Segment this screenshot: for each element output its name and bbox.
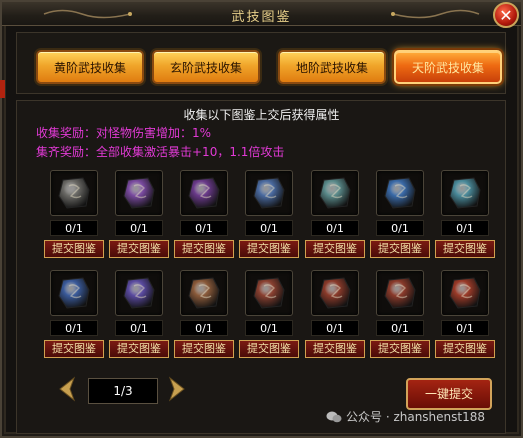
- item-slot[interactable]: [180, 170, 228, 216]
- submit-codex-button[interactable]: 提交图鉴: [435, 240, 495, 258]
- tab-1[interactable]: 黄阶武技收集: [36, 50, 144, 84]
- item-slot[interactable]: [311, 170, 359, 216]
- submit-codex-button[interactable]: 提交图鉴: [239, 340, 299, 358]
- collect-count: 0/1: [50, 320, 98, 336]
- violet-fire-gem-icon: [188, 177, 220, 209]
- collect-count: 0/1: [180, 220, 228, 236]
- title-ornament-icon: [391, 9, 480, 19]
- collect-count: 0/1: [245, 320, 293, 336]
- item-slot[interactable]: [245, 270, 293, 316]
- red-rune-icon: [319, 277, 351, 309]
- prev-page-arrow-icon[interactable]: [56, 376, 78, 402]
- item-slot[interactable]: [441, 170, 489, 216]
- page-indicator: 1/3: [88, 378, 158, 404]
- submit-codex-button[interactable]: 提交图鉴: [109, 240, 169, 258]
- collect-count: 0/1: [376, 220, 424, 236]
- close-button[interactable]: ✕: [493, 2, 519, 28]
- next-page-arrow-icon[interactable]: [166, 376, 188, 402]
- watermark-text: 公众号 · zhanshenst188: [346, 410, 486, 424]
- title-bar: 武技图鉴: [2, 2, 521, 26]
- collect-count: 0/1: [115, 220, 163, 236]
- submit-codex-button[interactable]: 提交图鉴: [109, 340, 169, 358]
- item-slot[interactable]: [311, 270, 359, 316]
- item-slot[interactable]: [180, 270, 228, 316]
- close-icon: ✕: [499, 5, 513, 25]
- item-slot[interactable]: [245, 170, 293, 216]
- submit-codex-button[interactable]: 提交图鉴: [174, 240, 234, 258]
- collect-count: 0/1: [245, 220, 293, 236]
- tab-2[interactable]: 玄阶武技收集: [152, 50, 260, 84]
- item-slot[interactable]: [376, 270, 424, 316]
- submit-codex-button[interactable]: 提交图鉴: [305, 240, 365, 258]
- submit-codex-button[interactable]: 提交图鉴: [370, 240, 430, 258]
- submit-codex-button[interactable]: 提交图鉴: [44, 340, 104, 358]
- collect-count: 0/1: [311, 220, 359, 236]
- item-slot[interactable]: [50, 270, 98, 316]
- collection-headline: 收集以下图鉴上交后获得属性: [183, 108, 340, 122]
- submit-all-button[interactable]: 一键提交: [406, 378, 492, 410]
- collect-count: 0/1: [311, 320, 359, 336]
- amber-crystal-icon: [188, 277, 220, 309]
- purple-crystal-icon: [123, 177, 155, 209]
- crimson-rune-icon: [384, 277, 416, 309]
- tab-3[interactable]: 地阶武技收集: [278, 50, 386, 84]
- teal-ore-icon: [319, 177, 351, 209]
- collect-count: 0/1: [441, 320, 489, 336]
- submit-codex-button[interactable]: 提交图鉴: [239, 240, 299, 258]
- submit-codex-button[interactable]: 提交图鉴: [370, 340, 430, 358]
- item-slot[interactable]: [115, 170, 163, 216]
- submit-codex-button[interactable]: 提交图鉴: [435, 340, 495, 358]
- submit-codex-button[interactable]: 提交图鉴: [174, 340, 234, 358]
- collect-count: 0/1: [115, 320, 163, 336]
- dark-rune-stone-icon: [58, 177, 90, 209]
- full-set-reward: 集齐奖励：全部收集激活暴击+10，1.1倍攻击: [36, 145, 285, 159]
- collect-count: 0/1: [50, 220, 98, 236]
- tab-4[interactable]: 天阶武技收集: [394, 50, 502, 84]
- collect-count: 0/1: [180, 320, 228, 336]
- collection-reward: 收集奖励：对怪物伤害增加：1%: [36, 126, 212, 140]
- item-slot[interactable]: [441, 270, 489, 316]
- collect-count: 0/1: [376, 320, 424, 336]
- rainbow-gem-icon: [253, 177, 285, 209]
- submit-codex-button[interactable]: 提交图鉴: [305, 340, 365, 358]
- scarlet-rune-icon: [449, 277, 481, 309]
- item-slot[interactable]: [376, 170, 424, 216]
- red-rune-icon: [253, 277, 285, 309]
- purple-stone-icon: [123, 277, 155, 309]
- side-tab-marker: [0, 80, 5, 98]
- blue-ore-icon: [58, 277, 90, 309]
- collect-count: 0/1: [441, 220, 489, 236]
- item-slot[interactable]: [50, 170, 98, 216]
- cyan-stone-icon: [449, 177, 481, 209]
- submit-codex-button[interactable]: 提交图鉴: [44, 240, 104, 258]
- blue-crystal-icon: [384, 177, 416, 209]
- wechat-icon: [326, 411, 342, 422]
- item-slot[interactable]: [115, 270, 163, 316]
- watermark: 公众号 · zhanshenst188: [326, 408, 485, 425]
